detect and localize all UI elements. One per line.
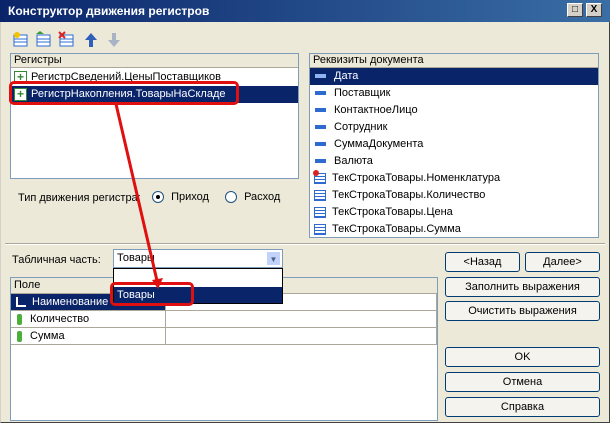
annotation-arrow (114, 103, 163, 289)
arrow-head (152, 278, 163, 289)
arrow-line (114, 103, 160, 286)
